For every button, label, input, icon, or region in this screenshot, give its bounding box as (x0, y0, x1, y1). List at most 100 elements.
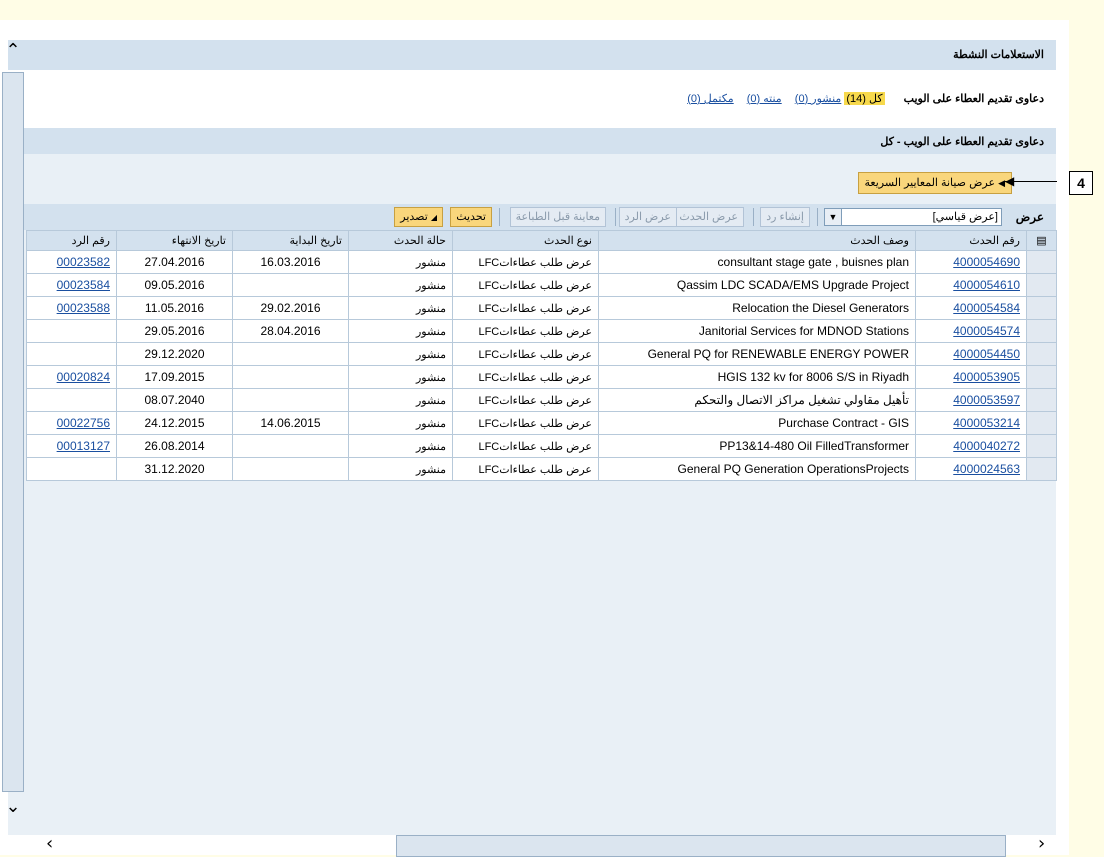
row-selector[interactable] (1026, 296, 1057, 320)
filter-completed[interactable]: مكتمل (0) (687, 93, 734, 105)
quick-criteria-button[interactable]: ◀ عرض صيانة المعايير السريعة (857, 172, 1012, 194)
section-title: دعاوى تقديم العطاء على الويب - كل (880, 136, 1044, 148)
table-row[interactable]: 31.12.2020 منشور عرض طلب عطاءاتLFC General … (26, 457, 1057, 481)
response-no-link[interactable]: 00023588 (57, 301, 110, 315)
event-no-link[interactable]: 4000053597 (953, 393, 1020, 407)
response-no-cell: 00023582 (26, 250, 117, 274)
event-no-link[interactable]: 4000054450 (953, 347, 1020, 361)
status-cell: منشور (415, 279, 446, 292)
col-event-no[interactable]: رقم الحدث (915, 230, 1027, 251)
status-cell: منشور (348, 342, 453, 366)
table-row[interactable]: 00022756 24.12.2015 14.06.2015 منشور عرض طلب… (26, 411, 1057, 435)
event-type-cell: عرض طلب عطاءاتLFC (478, 348, 592, 361)
col-event-status[interactable]: حالة الحدث (348, 230, 453, 251)
table-row[interactable]: 29.12.2020 منشور عرض طلب عطاءاتLFC General … (26, 342, 1057, 366)
end-date-cell: 08.07.2040 (144, 393, 205, 407)
horizontal-scroll-thumb[interactable] (396, 835, 1006, 857)
show-response-button[interactable]: عرض الرد (618, 207, 677, 227)
event-desc-cell: Qassim LDC SCADA/EMS Upgrade Project (676, 278, 909, 292)
end-date-cell: 29.12.2020 (144, 347, 205, 361)
row-selector[interactable] (1026, 388, 1057, 412)
event-no-link[interactable]: 4000040272 (953, 439, 1020, 453)
scroll-right-icon[interactable]: › (1038, 832, 1045, 855)
row-selector[interactable] (1026, 273, 1057, 297)
response-no-link[interactable]: 00013127 (57, 439, 110, 453)
event-type-cell: عرض طلب عطاءاتLFC (452, 388, 599, 412)
row-selector[interactable] (1026, 434, 1057, 458)
create-response-button[interactable]: إنشاء رد (760, 207, 810, 227)
event-no-link[interactable]: 4000054584 (953, 301, 1020, 315)
col-end-date[interactable]: تاريخ الانتهاء (116, 230, 233, 251)
response-no-link[interactable]: 00023582 (57, 255, 110, 269)
end-date-cell: 29.05.2016 (144, 324, 205, 338)
quick-criteria-label: عرض صيانة المعايير السريعة (864, 177, 996, 189)
table-row[interactable]: 00020824 17.09.2015 منشور عرض طلب عطاءاتLFC… (26, 365, 1057, 389)
vertical-scrollbar[interactable]: ⌃ ⌄ (0, 20, 26, 817)
status-cell: منشور (348, 457, 453, 481)
table-row[interactable]: 00013127 26.08.2014 منشور عرض طلب عطاءاتLFC… (26, 434, 1057, 458)
start-date-cell (232, 365, 349, 389)
event-no-cell: 4000054450 (915, 342, 1027, 366)
end-date-cell: 27.04.2016 (116, 250, 233, 274)
table-settings-icon[interactable]: ▤ (1026, 230, 1057, 251)
row-selector[interactable] (1026, 250, 1057, 274)
response-no-link[interactable]: 00020824 (57, 370, 110, 384)
scroll-up-icon[interactable]: ⌃ (0, 40, 26, 62)
event-no-link[interactable]: 4000054574 (953, 324, 1020, 338)
export-button[interactable]: تصدير ◢ (394, 207, 443, 227)
show-event-button[interactable]: عرض الحدث (673, 207, 744, 227)
event-no-cell: 4000054690 (915, 250, 1027, 274)
row-selector[interactable] (1026, 457, 1057, 481)
row-selector[interactable] (1026, 411, 1057, 435)
vertical-scroll-thumb[interactable] (2, 72, 24, 792)
content-area: الاستعلامات النشطة دعاوى تقديم العطاء عل… (8, 40, 1057, 835)
status-cell: منشور (348, 296, 453, 320)
event-type-cell: عرض طلب عطاءاتLFC (478, 417, 592, 430)
row-selector[interactable] (1026, 319, 1057, 343)
table-row[interactable]: 08.07.2040 منشور عرض طلب عطاءاتLFC تأهيل مق… (26, 388, 1057, 412)
row-selector[interactable] (1026, 365, 1057, 389)
event-type-cell: عرض طلب عطاءاتLFC (478, 325, 592, 338)
row-selector[interactable] (1026, 342, 1057, 366)
scroll-left-icon[interactable]: ‹ (46, 832, 53, 855)
event-no-link[interactable]: 4000054690 (953, 255, 1020, 269)
refresh-button[interactable]: تحديث (450, 207, 492, 227)
event-no-cell: 4000053905 (915, 365, 1027, 389)
export-arrow-icon: ◢ (430, 213, 437, 222)
response-no-link[interactable]: 00023584 (57, 278, 110, 292)
event-desc-cell: General PQ Generation OperationsProjects (598, 457, 916, 481)
event-no-link[interactable]: 4000053214 (953, 416, 1020, 430)
status-cell: منشور (348, 365, 453, 389)
table-row[interactable]: 29.05.2016 28.04.2016 منشور عرض طلب عطاءاتL… (26, 319, 1057, 343)
start-date-cell: 29.02.2016 (232, 296, 349, 320)
scroll-down-icon[interactable]: ⌄ (0, 796, 26, 818)
col-event-type[interactable]: نوع الحدث (452, 230, 599, 251)
response-no-link[interactable]: 00022756 (57, 416, 110, 430)
col-event-desc[interactable]: وصف الحدث (598, 230, 916, 251)
filter-ended[interactable]: منته (0) (747, 93, 782, 105)
end-date-cell: 31.12.2020 (116, 457, 233, 481)
status-cell: منشور (348, 411, 453, 435)
view-select[interactable]: [عرض قياسي] (837, 208, 1002, 226)
horizontal-scrollbar[interactable]: ‹ › (26, 832, 1069, 857)
table-row[interactable]: 00023584 09.05.2016 منشور عرض طلب عطاءاتLFC… (26, 273, 1057, 297)
toolbar-separator (753, 208, 754, 226)
end-date-cell: 24.12.2015 (116, 411, 233, 435)
filter-published[interactable]: منشور (0) (795, 93, 842, 105)
filter-all[interactable]: كل (14) (844, 92, 885, 105)
col-response-no[interactable]: رقم الرد (26, 230, 117, 251)
event-no-link[interactable]: 4000053905 (953, 370, 1020, 384)
start-date-cell (232, 342, 349, 366)
event-no-cell: 4000054610 (915, 273, 1027, 297)
chevron-down-icon[interactable]: ▼ (824, 208, 842, 226)
end-date-cell: 17.09.2015 (144, 370, 205, 384)
event-no-link[interactable]: 4000054610 (953, 278, 1020, 292)
table-row[interactable]: 00023582 27.04.2016 16.03.2016 منشور عرض طلب… (26, 250, 1057, 274)
table-row[interactable]: 00023588 11.05.2016 29.02.2016 منشور عرض طلب… (26, 296, 1057, 320)
end-date-cell: 09.05.2016 (144, 278, 205, 292)
event-no-cell: 4000054584 (915, 296, 1027, 320)
event-type-cell: عرض طلب عطاءاتLFC (478, 256, 592, 269)
print-preview-button[interactable]: معاينة قبل الطباعة (509, 207, 606, 227)
col-start-date[interactable]: تاريخ البداية (232, 230, 349, 251)
event-no-link[interactable]: 4000024563 (953, 462, 1020, 476)
